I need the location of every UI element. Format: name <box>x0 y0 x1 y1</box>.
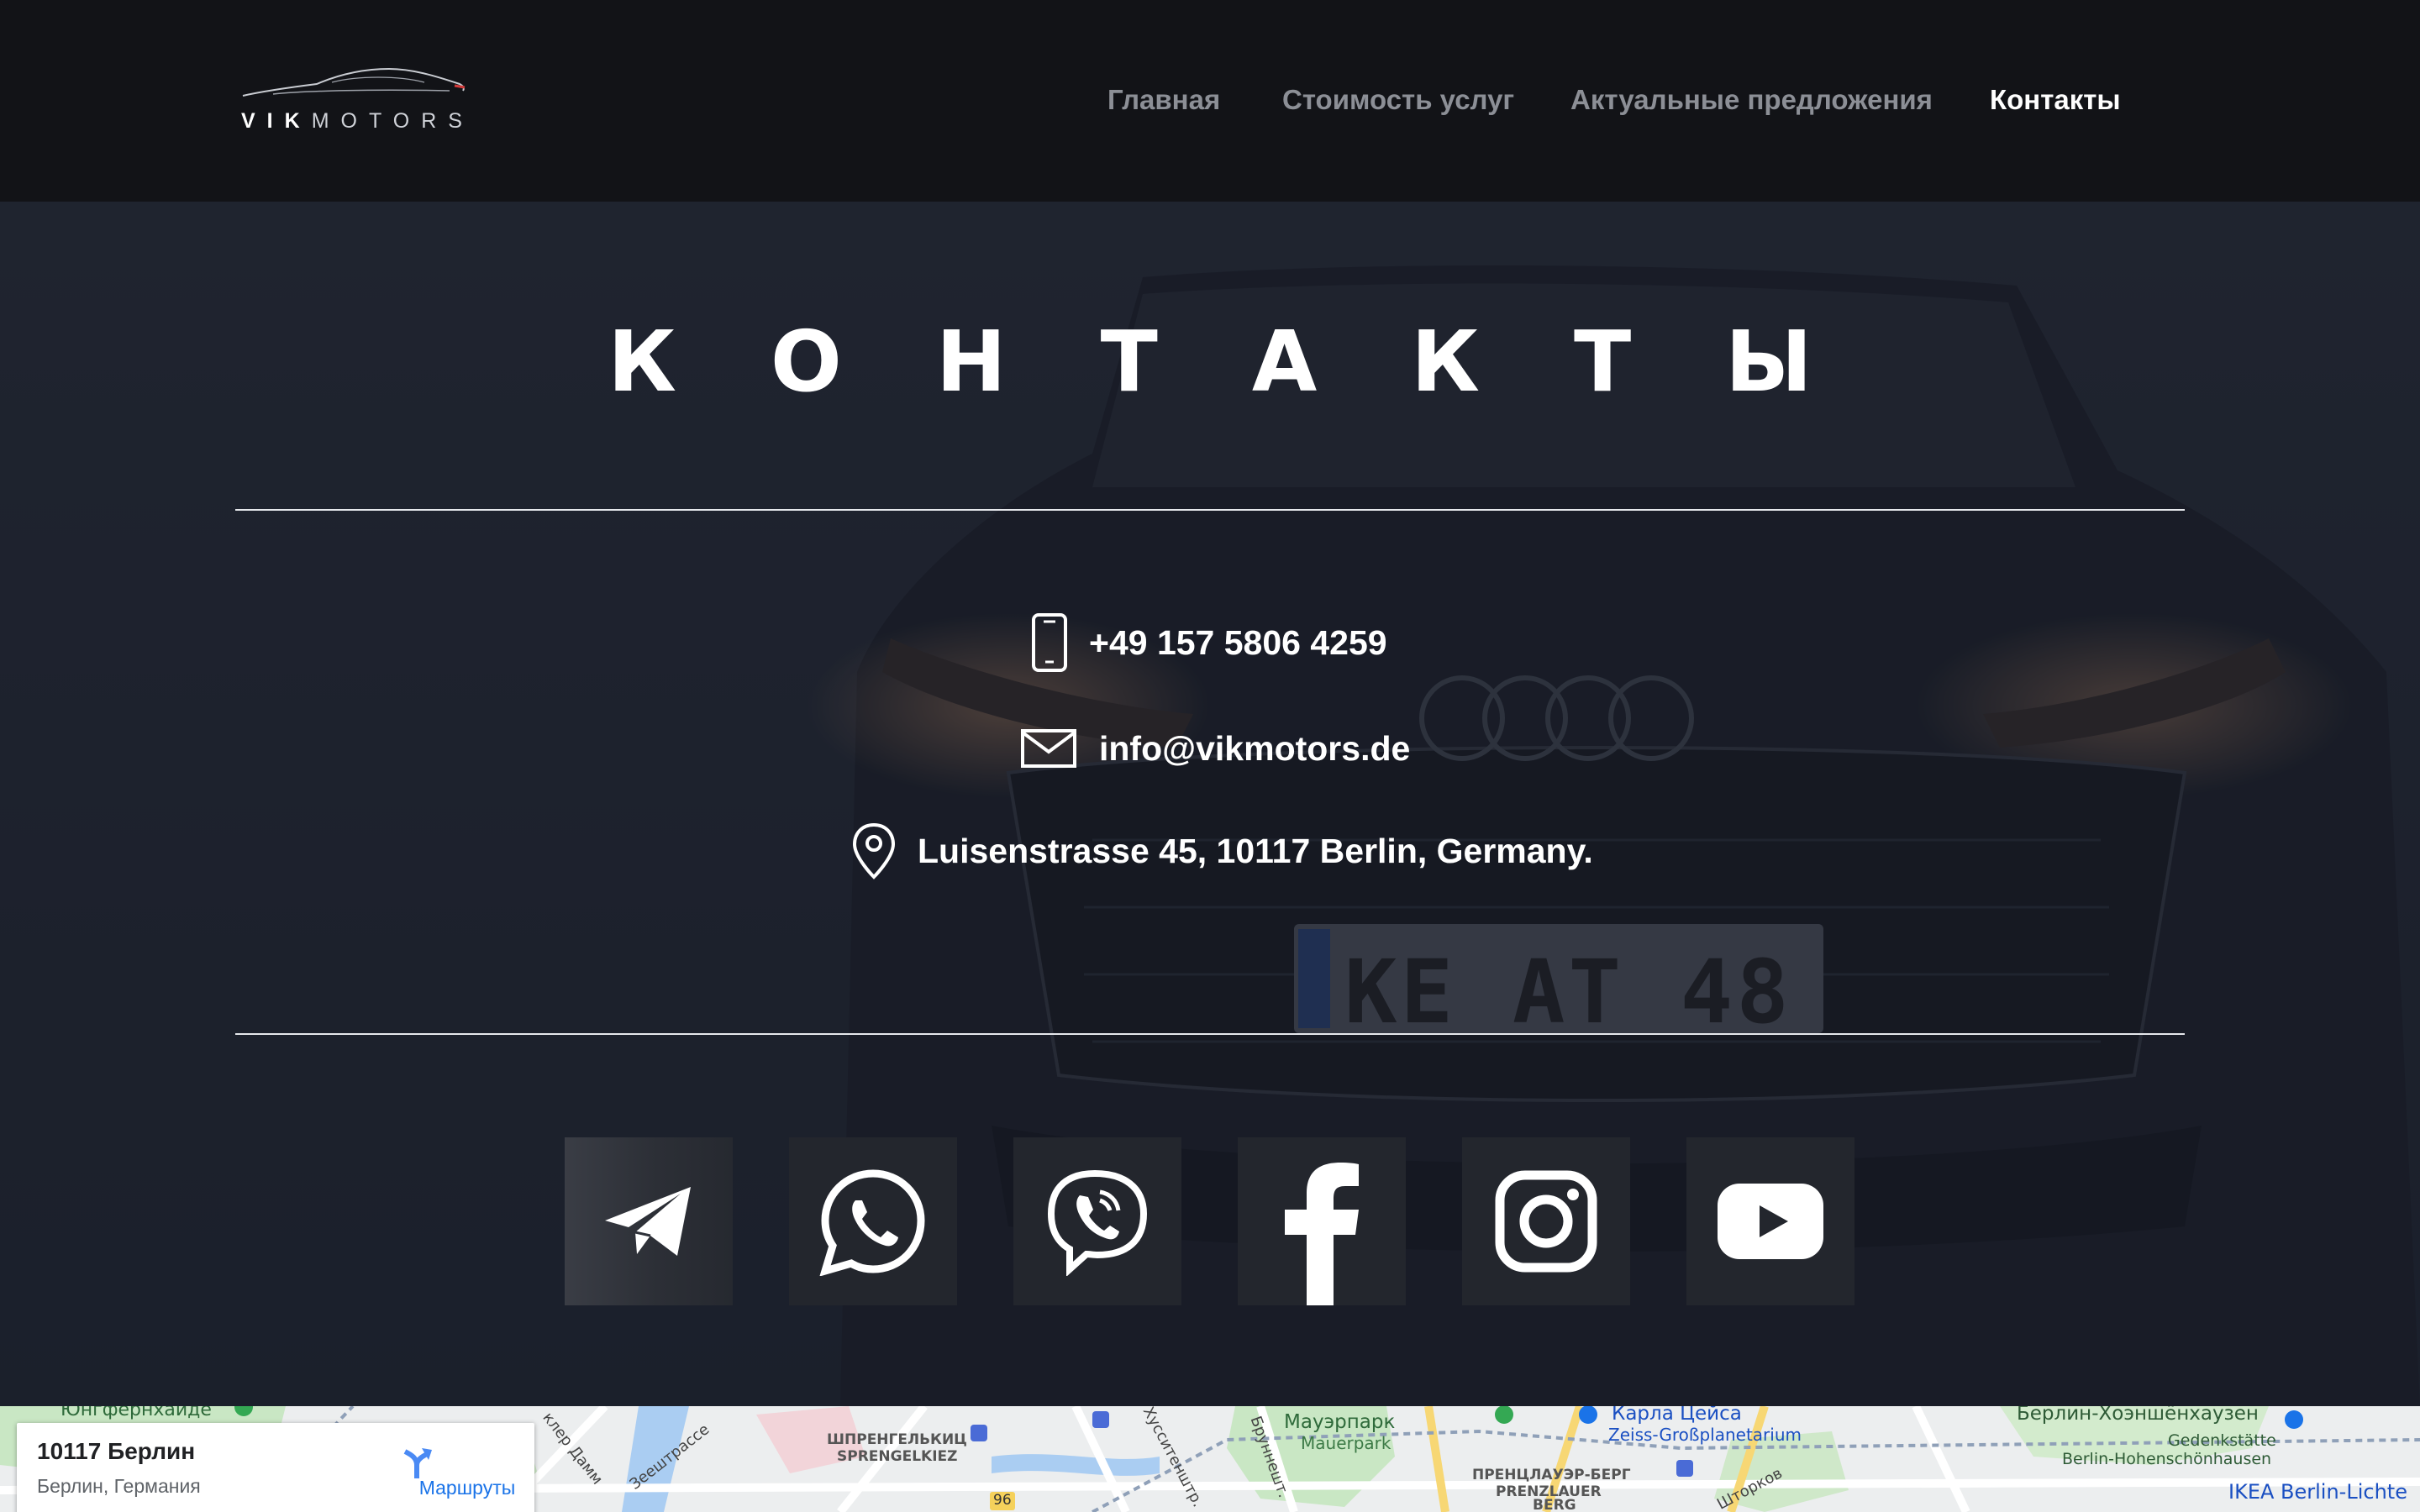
map-card-subtitle: Берлин, Германия <box>37 1475 201 1497</box>
address-text: Luisenstrasse 45, 10117 Berlin, Germany. <box>918 831 1593 870</box>
map-label: 96 <box>993 1492 1012 1509</box>
map-label: Юнгфернхайде <box>60 1406 212 1420</box>
map-label: ПРЕНЦЛАУЭР-БЕРГ <box>1472 1467 1631 1483</box>
viber-button[interactable] <box>1013 1137 1181 1305</box>
page-title: КОНТАКТЫ <box>608 312 1907 411</box>
whatsapp-icon <box>819 1169 925 1276</box>
car-silhouette-icon <box>242 67 466 97</box>
map-label: BERG <box>1533 1497 1576 1512</box>
email-address: info@vikmotors.de <box>1099 728 1411 768</box>
telegram-icon <box>605 1187 691 1256</box>
facebook-icon <box>1285 1163 1359 1305</box>
directions-label: Маршруты <box>418 1477 516 1499</box>
map-label: Gedenkstätte <box>2168 1431 2276 1450</box>
whatsapp-button[interactable] <box>789 1137 957 1305</box>
logo-text-light: MOTORS <box>311 109 474 133</box>
map-info-card: 10117 Берлин Берлин, Германия Маршруты <box>17 1423 534 1512</box>
contacts-hero: KE AT 48 КОНТАКТЫ +49 157 5806 4259 info… <box>0 202 2420 1406</box>
logo-text-bold: VIK <box>241 109 312 133</box>
map-label: IKEA Berlin-Lichte <box>2228 1480 2407 1504</box>
phone-icon <box>1030 613 1069 672</box>
viber-icon <box>1047 1169 1148 1276</box>
map-label: Zeiss-Großplanetarium <box>1608 1425 1802 1445</box>
map-label: Карла Цейса <box>1612 1406 1742 1425</box>
map-label: Мауэрпарк <box>1284 1411 1396 1433</box>
vikmotors-logo[interactable]: VIKMOTORS <box>238 66 473 141</box>
embedded-map[interactable]: Юнгфернхайде Мауэрпарк Mauerpark Карла Ц… <box>0 1406 2420 1512</box>
nav-item-contacts[interactable]: Контакты <box>1990 84 2121 116</box>
youtube-button[interactable] <box>1686 1137 1854 1305</box>
nav-item-home[interactable]: Главная <box>1107 84 1220 116</box>
contact-email[interactable]: info@vikmotors.de <box>1020 719 1410 778</box>
map-label: SPRENGELKIEZ <box>837 1448 958 1465</box>
map-label: Берлин-Хоэншёнхаузен <box>2017 1406 2259 1425</box>
telegram-button[interactable] <box>565 1137 733 1305</box>
instagram-button[interactable] <box>1462 1137 1630 1305</box>
facebook-button[interactable] <box>1238 1137 1406 1305</box>
mail-icon <box>1020 728 1077 769</box>
license-plate-text: KE AT 48 <box>1344 941 1792 1043</box>
map-label: ШПРЕНГЕЛЬКИЦ <box>827 1431 967 1448</box>
location-pin-icon <box>850 822 897 880</box>
map-label: Mauerpark <box>1301 1433 1392 1453</box>
map-card-title: 10117 Берлин <box>37 1438 196 1464</box>
directions-icon <box>403 1448 432 1478</box>
phone-number: +49 157 5806 4259 <box>1089 622 1387 662</box>
site-header: VIKMOTORS Главная Стоимость услуг Актуал… <box>0 0 2420 202</box>
divider-bottom <box>235 1033 2185 1035</box>
youtube-icon <box>1718 1184 1823 1259</box>
instagram-icon <box>1495 1170 1597 1273</box>
nav-item-prices[interactable]: Стоимость услуг <box>1282 84 1514 116</box>
divider-top <box>235 509 2185 511</box>
contact-phone[interactable]: +49 157 5806 4259 <box>1030 613 1387 672</box>
contact-address[interactable]: Luisenstrasse 45, 10117 Berlin, Germany. <box>850 822 1593 880</box>
map-label: Berlin-Hohenschönhausen <box>2062 1450 2272 1468</box>
nav-item-offers[interactable]: Актуальные предложения <box>1570 84 1933 116</box>
